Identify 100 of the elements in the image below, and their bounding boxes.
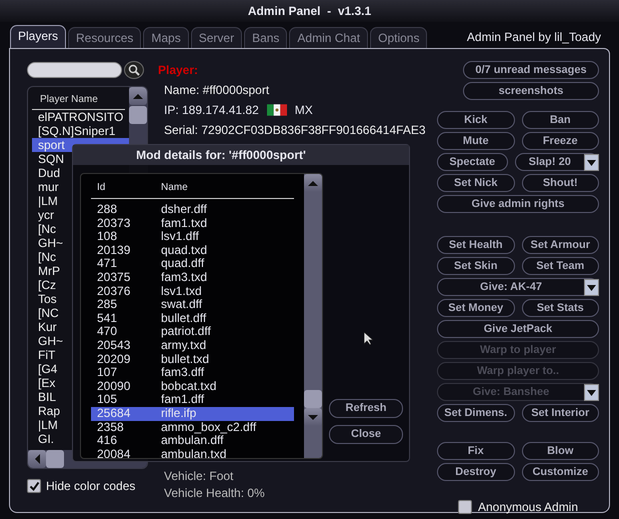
action-button[interactable]: Ban [522,111,599,129]
table-row[interactable]: 416 ambulan.dff [91,434,294,448]
tab[interactable]: Admin Chat [289,27,368,48]
dropdown[interactable]: Give: AK-47 [437,278,599,296]
action-button[interactable]: Blow [522,442,599,460]
action-button[interactable]: Set Health [437,236,514,254]
action-button[interactable]: Set Stats [522,299,599,317]
checkbox[interactable] [458,500,472,514]
action-button[interactable]: Set Nick [437,174,514,192]
action-button[interactable]: Set Team [522,257,599,275]
table-cell-text: 107 [96,366,118,380]
dialog-button[interactable]: Close [329,425,403,444]
checkbox[interactable] [27,479,41,493]
action-button[interactable]: Fix [437,442,514,460]
caret-icon [587,160,596,166]
scroll-up-button[interactable] [129,87,147,105]
table-cell-text: 20376 [96,284,132,298]
table-cell-text: 25684 [96,406,132,420]
action-button[interactable]: Freeze [522,132,599,150]
action-button[interactable]: Spectate [437,153,508,171]
column-header: Id [96,181,106,195]
table-row[interactable]: 107 fam3.dff [91,366,294,380]
action-button[interactable]: Set Armour [522,236,599,254]
table-cell-text: 471 [96,257,118,271]
dialog-button[interactable]: Refresh [329,399,403,418]
table-row[interactable]: 541 bullet.dff [91,312,294,326]
action-button[interactable]: Set Skin [437,257,514,275]
action-button[interactable]: Give admin rights [437,195,599,213]
mouse-pointer-icon [364,332,373,345]
action-button[interactable]: 0/7 unread messages [463,61,599,79]
table-row[interactable]: 20373 fam1.txd [91,216,294,230]
table-cell-text: 20543 [96,338,132,353]
table-row[interactable]: 20375 fam3.txd [91,270,294,285]
table-cell-text: 20373 [96,216,132,230]
table-cell-text: bobcat.txd [161,380,218,394]
scroll-down-button[interactable] [304,408,322,426]
table-row[interactable]: 288 dsher.dff [91,203,294,217]
tab[interactable]: Server [190,27,242,48]
action-button[interactable]: Set Dimens. [437,404,514,422]
search-button[interactable] [124,61,144,79]
action-button[interactable]: Customize [522,463,599,481]
column-header: Name [161,181,189,195]
table-row[interactable]: 20090 bobcat.txd [91,380,294,394]
table-row[interactable]: 20084 ambulan.txd [91,448,294,458]
tab[interactable]: Resources [68,27,142,48]
table-cell-text: fam1.txd [161,216,208,230]
action-button[interactable]: Set Interior [522,404,599,422]
scroll-thumb[interactable] [46,450,64,468]
player-name[interactable]: elPATRONSITO [32,110,129,124]
scroll-thumb[interactable] [129,106,147,124]
table-cell-text: 20209 [96,352,132,366]
dropdown[interactable]: Slap! 20 [514,153,599,171]
table-cell-text: bullet.dff [161,312,208,326]
action-button[interactable]: Shout! [522,174,599,192]
table-cell-text: 288 [96,203,118,217]
search-icon [128,64,140,76]
tab[interactable]: Options [370,27,428,48]
table-cell-text: 2358 [96,420,125,434]
action-button[interactable]: Give JetPack [437,320,599,338]
table-cell-text: army.txd [161,338,208,353]
tab[interactable]: Maps [143,27,189,48]
action-button[interactable]: screenshots [463,82,599,100]
table-row[interactable]: 20543 army.txd [91,338,294,353]
table-row[interactable]: 20209 bullet.txd [91,352,294,366]
flag-icon [266,104,287,116]
tab[interactable]: Bans [244,27,288,48]
scroll-left-button[interactable] [28,450,46,468]
scroll-thumb[interactable] [304,390,322,408]
action-button[interactable]: Set Money [437,299,514,317]
action-button[interactable]: Destroy [437,463,514,481]
table-row[interactable]: 285 swat.dff [91,298,294,312]
table-cell-text: dsher.dff [161,203,208,217]
vertical-scrollbar[interactable] [304,174,322,458]
player-name-text: Name: #ff0000sport [163,82,270,99]
table-cell-text: lsv1.txd [161,284,203,298]
tab[interactable]: Players [10,25,66,48]
table-row[interactable]: 2358 ammo_box_c2.dff [91,420,294,434]
action-button[interactable]: Mute [437,132,514,150]
table-row[interactable]: 471 quad.dff [91,257,294,271]
table-row[interactable]: 470 patriot.dff [91,325,294,339]
search-field[interactable] [27,62,122,78]
table-row[interactable]: 25684 rifle.ifp [91,406,294,420]
column-header: Player Name [32,90,125,110]
table-row[interactable]: 108 lsv1.dff [91,230,294,244]
action-button[interactable]: Kick [437,111,514,129]
table-cell-text: fam3.dff [161,366,206,380]
table-row[interactable]: 20139 quad.txd [91,244,294,258]
player-name[interactable]: [SQ.N]Sniper1 [32,124,129,138]
table-cell-text: fam3.txd [161,270,208,285]
table-row[interactable]: 105 fam1.dff [91,393,294,407]
scroll-up-button[interactable] [304,174,322,192]
table-cell-text: 105 [96,393,118,407]
table-row[interactable]: 20376 lsv1.txd [91,284,294,298]
table-cell-text: quad.txd [161,244,208,258]
table-cell-text: swat.dff [161,298,204,312]
table-cell-text: lsv1.dff [161,230,200,244]
table-cell-text: 20139 [96,244,132,258]
table-cell-text: rifle.ifp [161,406,198,420]
vehicle-health-text: Vehicle Health: 0% [163,485,266,502]
table-cell-text: 541 [96,312,118,326]
